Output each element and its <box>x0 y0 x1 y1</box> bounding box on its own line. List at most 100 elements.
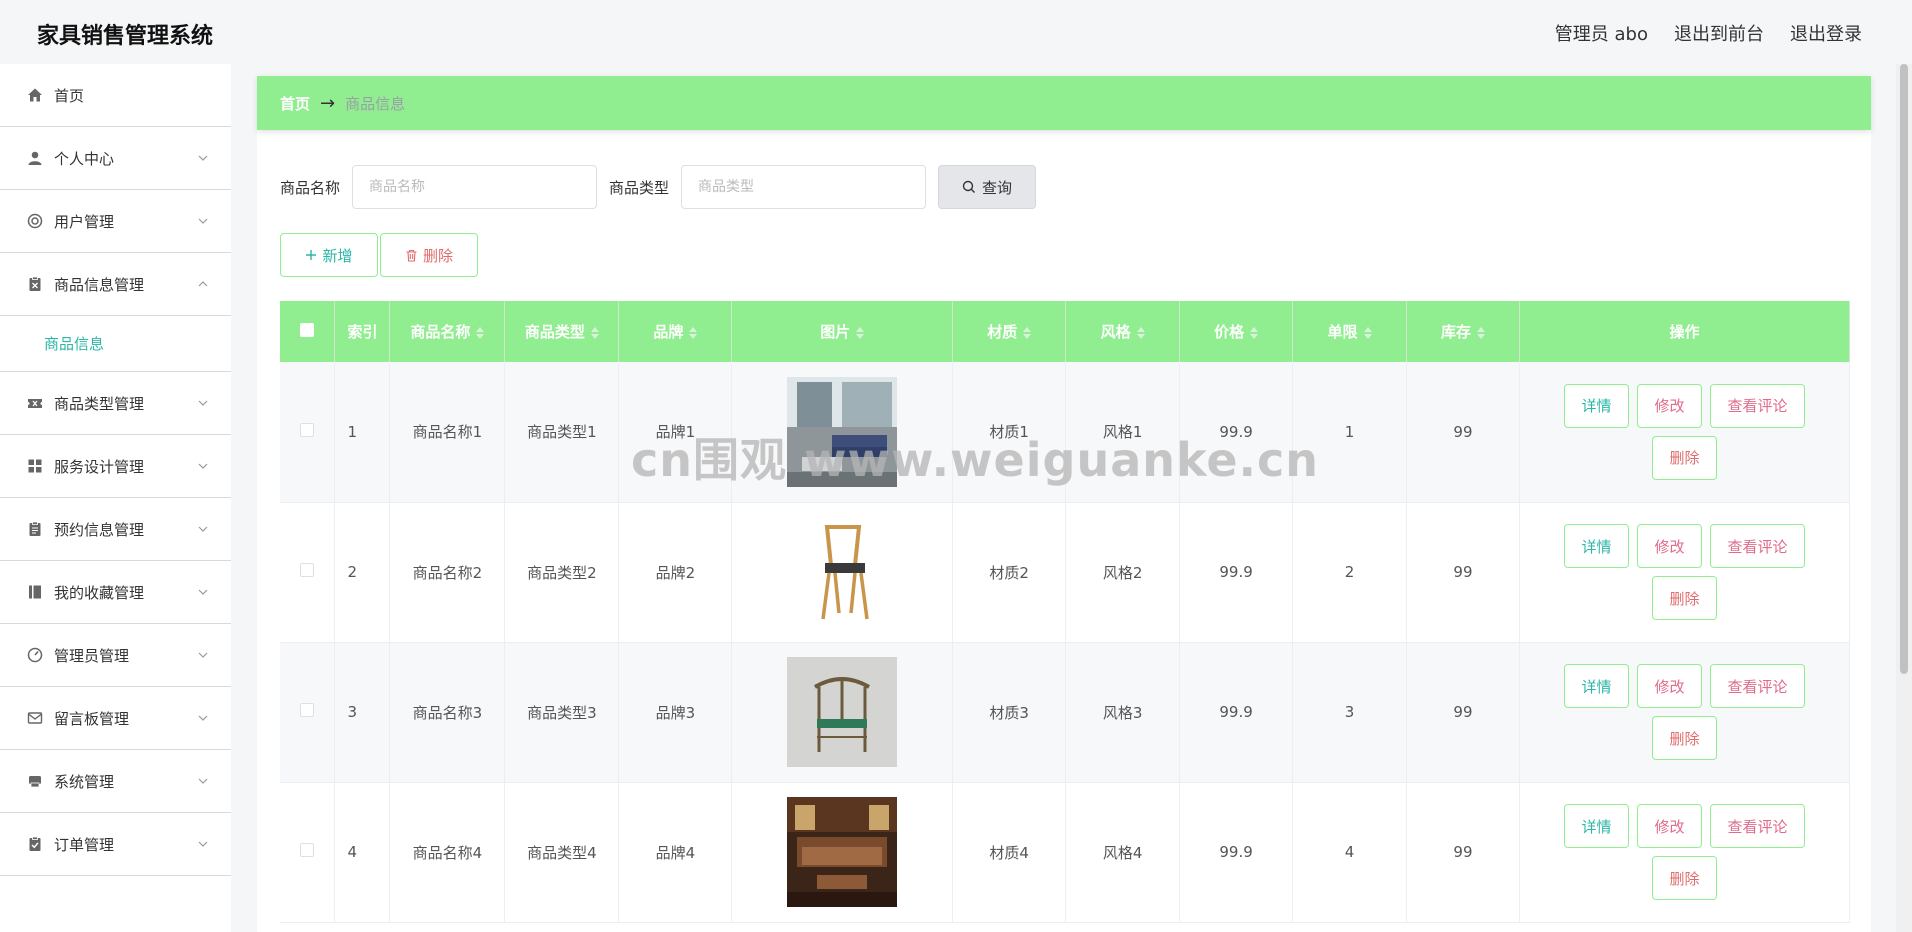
detail-button[interactable]: 详情 <box>1563 804 1629 848</box>
cell-image <box>731 502 954 643</box>
column-header[interactable]: 价格 <box>1179 301 1294 362</box>
sidebar-item-label: 我的收藏管理 <box>54 583 145 602</box>
product-type-input[interactable] <box>681 165 927 209</box>
row-checkbox[interactable] <box>300 563 315 577</box>
edit-button[interactable]: 修改 <box>1636 524 1702 568</box>
column-header[interactable]: 风格 <box>1065 301 1181 362</box>
column-header[interactable]: 库存 <box>1406 301 1520 362</box>
cell-image <box>731 782 954 923</box>
column-header[interactable]: 品牌 <box>618 301 733 362</box>
column-header[interactable]: 商品名称 <box>389 301 506 362</box>
cell-style: 风格2 <box>1065 502 1181 643</box>
delete-row-button[interactable]: 删除 <box>1651 576 1717 620</box>
cell-index: 4 <box>334 782 391 923</box>
submenu-item-product-info[interactable]: 商品信息 <box>0 316 231 372</box>
sidebar-item-label: 订单管理 <box>54 835 115 854</box>
sort-icon[interactable] <box>856 326 865 339</box>
delete-row-button[interactable]: 删除 <box>1651 856 1717 900</box>
chevron-down-icon <box>198 526 208 532</box>
product-image-classic-sofa[interactable] <box>787 797 898 907</box>
view-comments-button[interactable]: 查看评论 <box>1709 524 1805 568</box>
search-button[interactable]: 查询 <box>938 165 1037 209</box>
cell-style: 风格4 <box>1065 782 1181 923</box>
cell-limit: 3 <box>1292 642 1407 783</box>
batch-delete-button[interactable]: 删除 <box>380 233 478 277</box>
delete-row-button[interactable]: 删除 <box>1651 435 1717 480</box>
column-header[interactable]: 图片 <box>731 301 954 362</box>
back-to-front-link[interactable]: 退出到前台 <box>1674 20 1764 46</box>
sort-icon[interactable] <box>1476 326 1485 339</box>
sort-icon[interactable] <box>476 326 485 339</box>
sidebar-item-system[interactable]: 系统管理 <box>0 750 231 813</box>
delete-row-button[interactable]: 删除 <box>1651 716 1717 760</box>
cell-name: 商品名称3 <box>389 642 506 783</box>
sort-icon[interactable] <box>1363 326 1372 339</box>
add-button[interactable]: 新增 <box>280 233 378 277</box>
sidebar-item-profile[interactable]: 个人中心 <box>0 127 231 190</box>
sidebar-item-orders[interactable]: 订单管理 <box>0 813 231 876</box>
cell-price: 99.9 <box>1179 502 1294 643</box>
view-comments-button[interactable]: 查看评论 <box>1709 804 1805 848</box>
view-comments-button[interactable]: 查看评论 <box>1709 664 1805 708</box>
scrollbar-thumb[interactable] <box>1900 64 1908 674</box>
cell-image <box>731 642 954 783</box>
sidebar-item-favorites[interactable]: 我的收藏管理 <box>0 561 231 624</box>
detail-button[interactable]: 详情 <box>1563 383 1629 428</box>
breadcrumb-home[interactable]: 首页 <box>280 93 310 114</box>
cell-style: 风格1 <box>1065 362 1181 503</box>
product-type-label: 商品类型 <box>609 178 670 197</box>
top-header: 家具销售管理系统 管理员 abo 退出到前台 退出登录 <box>0 0 1912 64</box>
cell-index: 3 <box>334 642 391 783</box>
sort-icon[interactable] <box>1023 326 1032 339</box>
select-all-checkbox-cell <box>280 301 336 362</box>
sidebar-item-label: 首页 <box>54 86 85 105</box>
view-comments-button[interactable]: 查看评论 <box>1709 383 1805 428</box>
chevron-down-icon <box>198 715 208 721</box>
sort-icon[interactable] <box>590 326 599 339</box>
detail-button[interactable]: 详情 <box>1563 664 1629 708</box>
sort-icon[interactable] <box>1136 326 1145 339</box>
message-icon <box>26 709 44 727</box>
breadcrumb-current: 商品信息 <box>345 94 406 113</box>
sidebar-item-admins[interactable]: 管理员管理 <box>0 624 231 687</box>
edit-button[interactable]: 修改 <box>1636 664 1702 708</box>
cell-limit: 2 <box>1292 502 1407 643</box>
detail-button[interactable]: 详情 <box>1563 524 1629 568</box>
admin-name[interactable]: 管理员 abo <box>1555 20 1648 46</box>
clipboard-x-icon <box>26 275 44 293</box>
row-checkbox[interactable] <box>300 843 315 857</box>
sidebar-item-users[interactable]: 用户管理 <box>0 190 231 253</box>
sidebar-item-product-types[interactable]: 商品类型管理 <box>0 372 231 435</box>
product-image-living-room[interactable] <box>787 376 898 487</box>
sidebar-item-service-design[interactable]: 服务设计管理 <box>0 435 231 498</box>
sort-icon[interactable] <box>689 326 698 339</box>
sort-icon[interactable] <box>1250 326 1259 339</box>
edit-button[interactable]: 修改 <box>1636 804 1702 848</box>
cell-limit: 1 <box>1292 362 1407 503</box>
product-image-armchair[interactable] <box>787 657 898 767</box>
row-checkbox[interactable] <box>300 703 315 717</box>
sidebar-item-home[interactable]: 首页 <box>0 64 231 127</box>
sidebar-item-messages[interactable]: 留言板管理 <box>0 687 231 750</box>
cell-type: 商品类型3 <box>504 642 620 783</box>
search-button-label: 查询 <box>982 178 1013 197</box>
action-buttons: 新增 删除 <box>280 233 478 277</box>
edit-button[interactable]: 修改 <box>1636 383 1702 428</box>
product-name-input[interactable] <box>352 165 598 209</box>
row-checkbox[interactable] <box>300 422 315 437</box>
cell-name: 商品名称1 <box>389 362 506 503</box>
cell-brand: 品牌1 <box>618 362 733 503</box>
logout-link[interactable]: 退出登录 <box>1790 20 1862 46</box>
book-icon <box>26 583 44 601</box>
product-image-wooden-chair[interactable] <box>787 517 898 627</box>
sidebar-item-product-info[interactable]: 商品信息管理 <box>0 253 231 316</box>
column-header[interactable]: 材质 <box>952 301 1067 362</box>
column-header[interactable]: 单限 <box>1292 301 1407 362</box>
cell-material: 材质1 <box>952 362 1067 503</box>
column-header[interactable]: 商品类型 <box>504 301 620 362</box>
select-all-checkbox[interactable] <box>300 322 315 337</box>
cell-material: 材质3 <box>952 642 1067 783</box>
sidebar-item-appointments[interactable]: 预约信息管理 <box>0 498 231 561</box>
page-scrollbar[interactable] <box>1896 64 1912 932</box>
cell-price: 99.9 <box>1179 362 1294 503</box>
